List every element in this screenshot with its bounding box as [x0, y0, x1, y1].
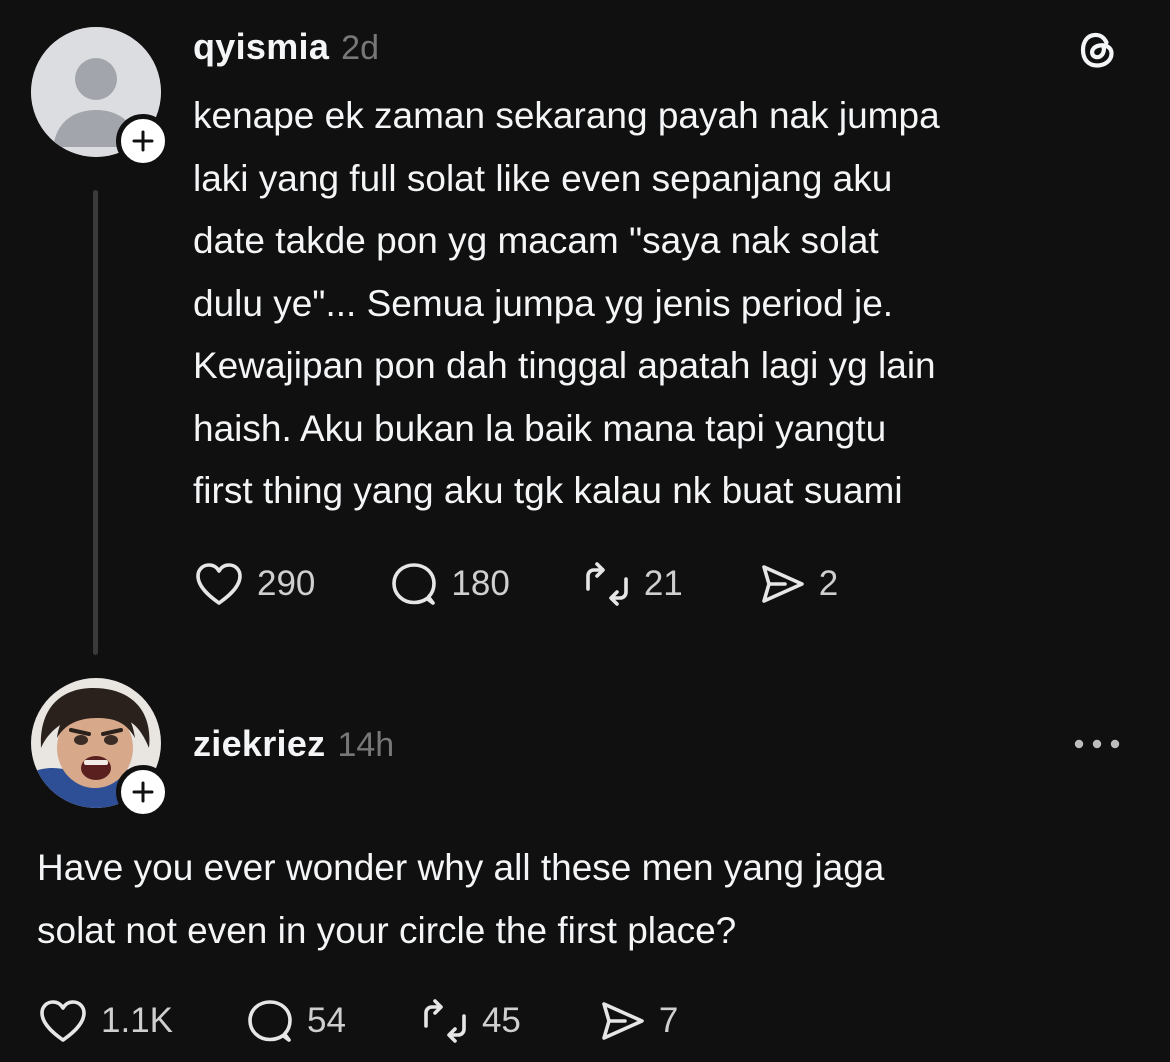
post-2-reply-count: 54: [307, 1001, 346, 1040]
post-2-timestamp: 14h: [337, 726, 395, 764]
heart-icon: [196, 563, 242, 605]
thread-line: [93, 190, 98, 655]
post-1-like-count: 290: [257, 564, 316, 603]
post-2-repost-button[interactable]: 45: [420, 998, 521, 1044]
post-1-share-button[interactable]: 2: [757, 561, 838, 607]
repost-icon: [424, 999, 466, 1043]
post-2-text: Have you ever wonder why all these men y…: [37, 847, 885, 951]
post-2-username[interactable]: ziekriez: [193, 723, 325, 765]
post-1-share-count: 2: [818, 564, 839, 603]
more-options-icon[interactable]: [1070, 730, 1124, 758]
speech-bubble-icon: [392, 563, 437, 605]
threads-logo-icon[interactable]: [1073, 25, 1123, 75]
heart-icon: [40, 1000, 86, 1042]
post-1-username[interactable]: qyismia: [193, 26, 329, 68]
post-2-like-button[interactable]: 1.1K: [37, 998, 173, 1044]
plus-icon: [132, 781, 154, 803]
speech-bubble-icon: [248, 1000, 292, 1042]
plus-icon: [132, 130, 154, 152]
post-2: ziekriez 14h Have you ever wonder why al…: [0, 660, 1170, 1062]
post-1: qyismia 2d kenape ek zaman sekarang paya…: [0, 0, 1170, 660]
post-1-reply-count: 180: [451, 564, 510, 603]
post-1-repost-count: 21: [643, 564, 683, 603]
send-icon: [761, 565, 804, 603]
post-2-reply-button[interactable]: 54: [245, 998, 346, 1044]
post-1-timestamp: 2d: [341, 29, 379, 67]
post-1-like-button[interactable]: 290: [193, 561, 315, 607]
send-icon: [602, 1002, 644, 1040]
post-2-follow-button[interactable]: [116, 765, 170, 819]
post-2-actions: 1.1K 54 45 7: [37, 997, 678, 1045]
repost-icon: [586, 562, 628, 606]
post-2-share-button[interactable]: 7: [597, 998, 678, 1044]
post-1-follow-button[interactable]: [116, 114, 170, 168]
post-1-actions: 290 180 21 2: [193, 560, 838, 608]
post-1-reply-button[interactable]: 180: [389, 561, 510, 607]
post-1-repost-button[interactable]: 21: [582, 561, 683, 607]
post-2-header: ziekriez 14h: [193, 723, 394, 765]
post-2-share-count: 7: [658, 1001, 679, 1040]
post-2-repost-count: 45: [481, 1001, 521, 1040]
post-2-like-count: 1.1K: [101, 1001, 173, 1040]
post-1-text: kenape ek zaman sekarang payah nak jumpa…: [193, 95, 940, 511]
post-1-header: qyismia 2d: [193, 26, 379, 68]
